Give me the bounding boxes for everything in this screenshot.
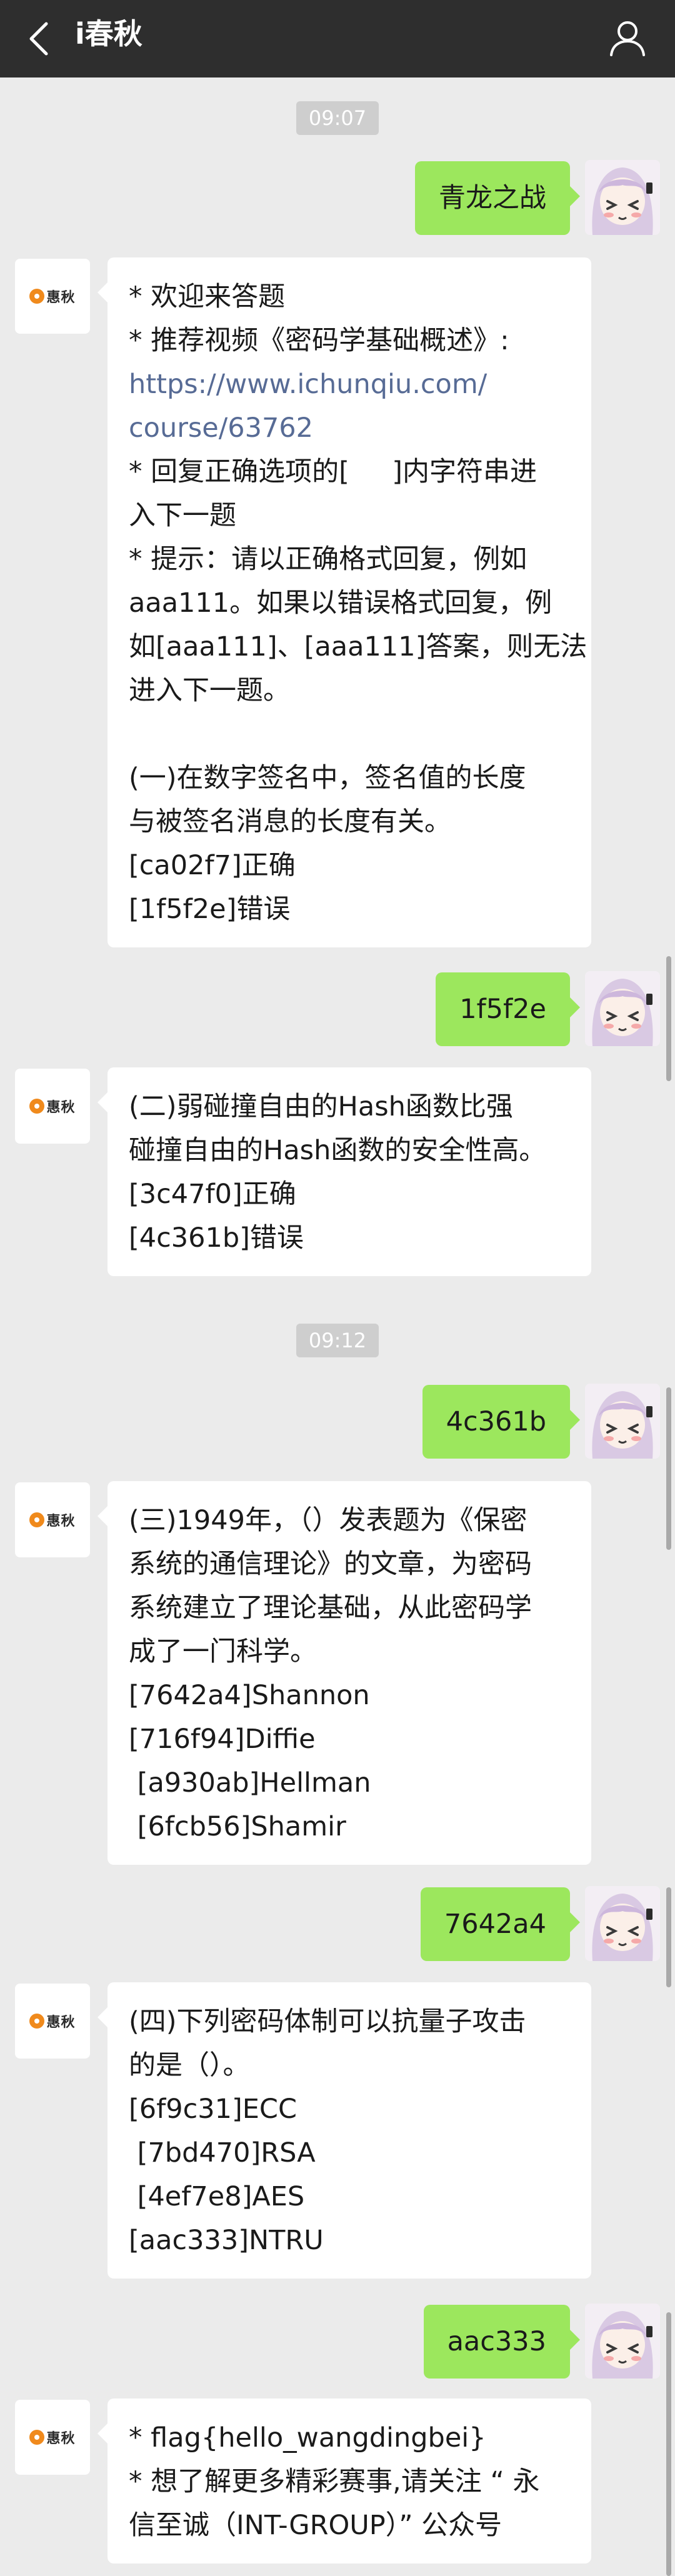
user-message-bubble[interactable]: aac333 [423, 2305, 581, 2379]
bot-message-bubble[interactable]: (三)1949年，（）发表题为《保密 系统的通信理论》的文章，为密码 系统建立了… [98, 1481, 591, 1865]
user-message-bubble[interactable]: 7642a4 [420, 1887, 581, 1961]
answer-option: [6f9c31]ECC [129, 2094, 297, 2125]
answer-option: [7642a4]Shannon [129, 1680, 370, 1711]
anime-girl-avatar-icon [585, 2304, 660, 2379]
ichunqiu-logo: 惠秋 [29, 286, 75, 306]
ichunqiu-logo: 惠秋 [29, 2011, 75, 2031]
user-message-bubble[interactable]: 4c361b [422, 1385, 581, 1459]
message-line: 系统的通信理论》的文章，为密码 [129, 1549, 532, 1580]
logo-mark-icon [29, 1512, 45, 1527]
user-avatar[interactable] [585, 1384, 660, 1459]
timestamp: 09:12 [0, 1324, 675, 1357]
answer-option: [7bd470]RSA [129, 2137, 316, 2169]
anime-girl-avatar-icon [585, 1384, 660, 1459]
top-bar: i春秋 [0, 0, 675, 77]
ichunqiu-logo: 惠秋 [29, 1510, 75, 1530]
message-line: 的是（）。 [129, 2050, 250, 2081]
scrollbar-thumb[interactable] [666, 956, 671, 1081]
message-line: 如[aaa111]、[aaa111]答案，则无法 [129, 631, 588, 662]
bot-message-bubble[interactable]: (四)下列密码体制可以抗量子攻击 的是（）。 [6f9c31]ECC [7bd4… [98, 1982, 591, 2279]
user-message-bubble[interactable]: 青龙之战 [415, 161, 580, 235]
bot-message-bubble[interactable]: (二)弱碰撞自由的Hash函数比强 碰撞自由的Hash函数的安全性高。 [3c4… [98, 1067, 591, 1276]
bot-message-bubble[interactable]: * flag{hello_wangdingbei} * 想了解更多精彩赛事,请关… [98, 2399, 591, 2564]
logo-mark-icon [29, 1099, 45, 1114]
chevron-left-icon [29, 22, 48, 56]
message-line: 成了一门科学。 [129, 1636, 317, 1667]
scrollbar-thumb[interactable] [666, 2312, 671, 2576]
message-line: 入下一题 [129, 500, 236, 531]
course-link[interactable]: https://www.ichunqiu.com/ [129, 362, 572, 406]
anime-girl-avatar-icon [585, 1886, 660, 1961]
message-line: * 想了解更多精彩赛事,请关注 “ 永 [129, 2466, 540, 2497]
message-line: (三)1949年，（）发表题为《保密 [129, 1505, 528, 1536]
answer-option: [6fcb56]Shamir [129, 1811, 346, 1842]
chat-title: i春秋 [75, 17, 142, 51]
ichunqiu-logo: 惠秋 [29, 2427, 75, 2447]
message-line: * 欢迎来答题 [129, 281, 286, 312]
timestamp: 09:07 [0, 101, 675, 135]
bot-avatar[interactable]: 惠秋 [15, 1984, 90, 2059]
message-line: 系统建立了理论基础，从此密码学 [129, 1592, 532, 1624]
logo-mark-icon [29, 2430, 45, 2445]
user-message-bubble[interactable]: 1f5f2e [436, 972, 580, 1046]
logo-mark-icon [29, 289, 45, 304]
scrollbar-thumb[interactable] [666, 1387, 671, 1550]
message-line: 进入下一题。 [129, 675, 290, 706]
message-line: 与被签名消息的长度有关。 [129, 806, 451, 837]
bot-avatar[interactable]: 惠秋 [15, 259, 90, 334]
answer-option: [4c361b]错误 [129, 1222, 304, 1254]
answer-option: [716f94]Diffie [129, 1724, 316, 1755]
answer-option: [4ef7e8]AES [129, 2181, 305, 2212]
message-line: 信至诚（INT-GROUP）” 公众号 [129, 2510, 502, 2541]
anime-girl-avatar-icon [585, 971, 660, 1046]
scrollbar-thumb[interactable] [666, 1887, 671, 1987]
answer-option: [a930ab]Hellman [129, 1767, 371, 1799]
answer-option: [aac333]NTRU [129, 2225, 324, 2256]
message-line: (四)下列密码体制可以抗量子攻击 [129, 2006, 526, 2037]
logo-mark-icon [29, 2014, 45, 2029]
course-link[interactable]: course/63762 [129, 406, 572, 450]
message-line: (一)在数字签名中，签名值的长度 [129, 762, 526, 794]
message-line: 碰撞自由的Hash函数的安全性高。 [129, 1135, 546, 1166]
user-avatar[interactable] [585, 1886, 660, 1961]
message-line: * 提示：请以正确格式回复，例如 [129, 544, 528, 575]
ichunqiu-logo: 惠秋 [29, 1096, 75, 1116]
profile-button[interactable] [605, 15, 650, 60]
user-avatar[interactable] [585, 2304, 660, 2379]
person-icon [610, 21, 645, 56]
message-line: * 推荐视频《密码学基础概述》: [129, 325, 509, 356]
bot-avatar[interactable]: 惠秋 [15, 1482, 90, 1557]
message-line: (二)弱碰撞自由的Hash函数比强 [129, 1091, 513, 1122]
bot-avatar[interactable]: 惠秋 [15, 1069, 90, 1144]
answer-option: [3c47f0]正确 [129, 1179, 296, 1210]
bot-avatar[interactable]: 惠秋 [15, 2400, 90, 2475]
anime-girl-avatar-icon [585, 160, 660, 235]
message-line: aaa111。如果以错误格式回复，例 [129, 587, 552, 619]
answer-option: [1f5f2e]错误 [129, 894, 291, 925]
flag-line: * flag{hello_wangdingbei} [129, 2422, 486, 2454]
message-line: * 回复正确选项的[ ]内字符串进 [129, 456, 538, 487]
bot-message-bubble[interactable]: * 欢迎来答题 * 推荐视频《密码学基础概述》: https://www.ich… [98, 257, 591, 947]
answer-option: [ca02f7]正确 [129, 850, 296, 881]
user-avatar[interactable] [585, 971, 660, 1046]
back-button[interactable] [19, 19, 59, 59]
user-avatar[interactable] [585, 160, 660, 235]
